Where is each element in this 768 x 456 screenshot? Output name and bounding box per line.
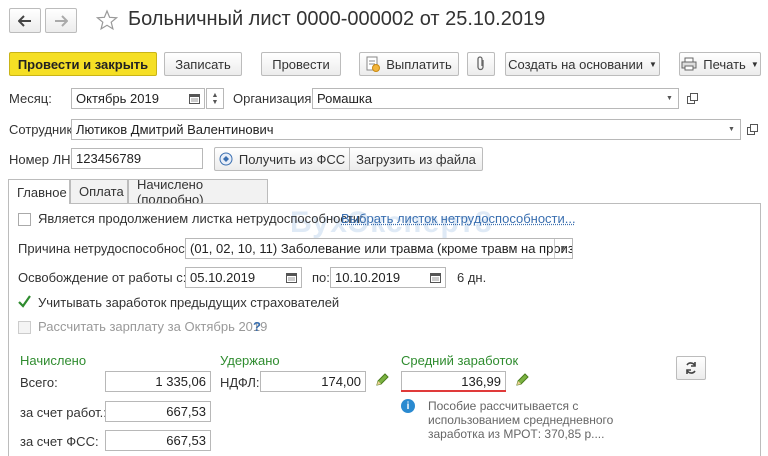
fss-label: за счет ФСС: (20, 434, 99, 449)
info-text-line2: использованием среднедневного (428, 413, 614, 427)
pay-label: Выплатить (386, 56, 452, 72)
paperclip-icon (477, 56, 484, 71)
refresh-button[interactable] (676, 356, 706, 380)
create-based-label: Создать на основании (508, 56, 643, 72)
chevron-down-icon: ▼ (648, 59, 657, 69)
ndfl-field: 174,00 (260, 371, 366, 392)
days-count: 6 дн. (457, 270, 487, 285)
print-label: Печать (703, 56, 746, 72)
withheld-title: Удержано (220, 353, 280, 368)
help-icon[interactable]: ? (253, 319, 261, 334)
get-from-fss-label: Получить из ФСС (238, 151, 346, 167)
reason-label: Причина нетрудоспособности: (18, 241, 202, 256)
chevron-down-icon[interactable]: ▼ (661, 89, 678, 108)
document-pay-icon (366, 56, 381, 72)
month-label: Месяц: (9, 91, 52, 106)
post-and-close-button[interactable]: Провести и закрыть (9, 52, 157, 76)
info-text-line1: Пособие рассчитывается с (428, 399, 579, 413)
avg-earnings-title: Средний заработок (401, 353, 519, 368)
month-field[interactable]: Октябрь 2019 (71, 88, 205, 109)
accrued-title: Начислено (20, 353, 87, 368)
reason-select[interactable]: (01, 02, 10, 11) Заболевание или травма … (185, 238, 573, 259)
employee-field[interactable]: Лютиков Дмитрий Валентинович (71, 119, 741, 140)
total-field: 1 335,06 (105, 371, 211, 392)
pencil-icon[interactable] (374, 372, 390, 388)
info-text-line3: заработка из МРОТ: 370,85 р.... (428, 427, 605, 441)
avg-earnings-field: 136,99 (401, 371, 506, 392)
page-title: Больничный лист 0000-000002 от 25.10.201… (128, 8, 546, 30)
refresh-icon (686, 362, 696, 374)
arrow-right-icon (55, 14, 68, 27)
release-from-label: Освобождение от работы с: (18, 270, 187, 285)
open-icon[interactable] (744, 120, 761, 139)
fss-field: 667,53 (105, 430, 211, 451)
get-from-fss-button[interactable]: Получить из ФСС (214, 147, 350, 171)
tab-accrued-detailed[interactable]: Начислено (подробно) (128, 177, 268, 207)
prev-insurers-checkbox[interactable] (16, 293, 33, 310)
post-button[interactable]: Провести (261, 52, 341, 76)
select-sick-leave-link[interactable]: Выбрать листок нетрудоспособности... (341, 211, 576, 226)
info-icon: i (401, 399, 415, 413)
continuation-checkbox[interactable] (18, 213, 31, 226)
chevron-down-icon[interactable]: ▼ (554, 239, 571, 258)
pay-button[interactable]: Выплатить (359, 52, 459, 76)
checkmark-icon (18, 295, 31, 308)
favorite-star-icon[interactable] (95, 9, 119, 31)
month-spinner-icon[interactable]: ▲ ▼ (206, 88, 224, 109)
tab-main[interactable]: Главное (8, 179, 70, 204)
open-icon[interactable] (684, 89, 701, 108)
load-from-file-button[interactable]: Загрузить из файла (349, 147, 483, 171)
calendar-icon[interactable] (186, 89, 203, 108)
forward-button[interactable] (45, 8, 77, 33)
calendar-icon[interactable] (427, 268, 444, 287)
arrow-left-icon (18, 14, 31, 27)
attach-button[interactable] (467, 52, 495, 76)
organization-field[interactable]: Ромашка (312, 88, 679, 109)
avg-earnings-underline (401, 390, 506, 392)
organization-label: Организация: (233, 91, 316, 106)
employer-label: за счет работ.: (20, 405, 107, 420)
create-based-button[interactable]: Создать на основании ▼ (505, 52, 660, 76)
prev-insurers-label: Учитывать заработок предыдущих страховат… (38, 295, 340, 310)
tab-payment[interactable]: Оплата (70, 179, 128, 203)
calendar-icon[interactable] (283, 268, 300, 287)
fss-logo-icon (219, 152, 233, 166)
date-to-label: по: (312, 270, 330, 285)
pencil-icon[interactable] (514, 372, 530, 388)
total-label: Всего: (20, 375, 58, 390)
printer-icon (681, 57, 697, 71)
back-button[interactable] (9, 8, 41, 33)
ln-number-field[interactable]: 123456789 (71, 148, 203, 169)
ln-number-label: Номер ЛН: (9, 152, 75, 167)
save-button[interactable]: Записать (164, 52, 242, 76)
continuation-label: Является продолжением листка нетрудоспос… (38, 211, 364, 226)
calc-salary-label: Рассчитать зарплату за Октябрь 2019 (38, 319, 268, 334)
chevron-down-icon: ▼ (750, 59, 759, 69)
chevron-down-icon[interactable]: ▼ (723, 120, 740, 139)
employee-label: Сотрудник: (9, 122, 76, 137)
employer-field: 667,53 (105, 401, 211, 422)
calc-salary-checkbox[interactable] (18, 321, 31, 334)
ndfl-label: НДФЛ: (220, 375, 260, 390)
print-button[interactable]: Печать ▼ (679, 52, 761, 76)
